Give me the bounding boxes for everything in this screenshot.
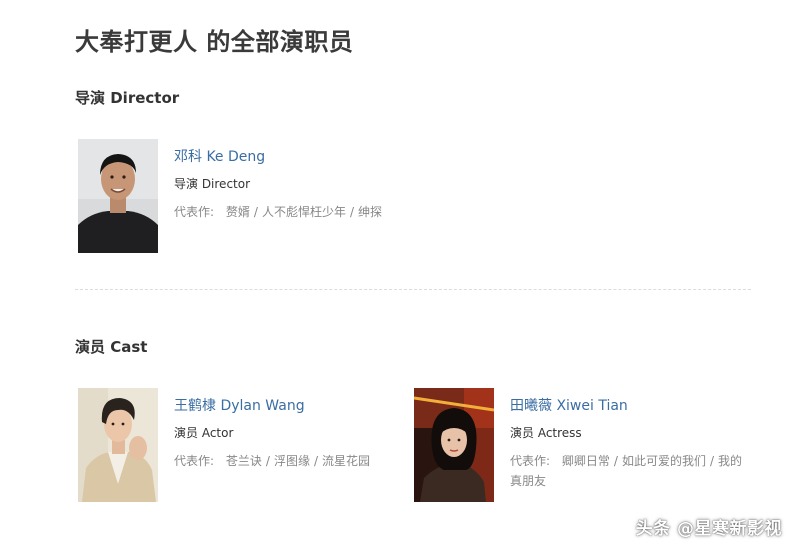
- section-title-cast: 演员 Cast: [75, 338, 148, 356]
- work-separator: /: [709, 454, 714, 468]
- person-name-link[interactable]: 田曦薇 Xiwei Tian: [510, 396, 742, 416]
- person-name-link[interactable]: 邓科 Ke Deng: [174, 147, 406, 167]
- representative-works: 代表作: 卿卿日常 / 如此可爱的我们 / 我的真朋友: [510, 451, 742, 491]
- representative-works: 代表作: 赘婿 / 人不彪悍枉少年 / 绅探: [174, 202, 406, 222]
- person-name-link[interactable]: 王鹤棣 Dylan Wang: [174, 396, 406, 416]
- person-photo[interactable]: [78, 388, 158, 502]
- section-divider: [75, 289, 751, 290]
- person-card-ke-deng: 邓科 Ke Deng 导演 Director 代表作: 赘婿 / 人不彪悍枉少年 / 绅…: [75, 139, 405, 259]
- work-separator: /: [349, 205, 354, 219]
- work-link[interactable]: 赘婿: [226, 205, 250, 219]
- person-role: 演员 Actor: [174, 426, 234, 440]
- representative-works: 代表作: 苍兰诀 / 浮图缘 / 流星花园: [174, 451, 406, 471]
- work-separator: /: [253, 205, 258, 219]
- work-separator: /: [313, 454, 318, 468]
- work-link[interactable]: 绅探: [358, 205, 382, 219]
- page-title: 大奉打更人 的全部演职员: [75, 28, 354, 56]
- person-card-dylan-wang: 王鹤棣 Dylan Wang 演员 Actor 代表作: 苍兰诀 / 浮图缘 / 流星花…: [75, 388, 405, 508]
- portrait-image: [414, 388, 494, 502]
- work-link[interactable]: 如此可爱的我们: [622, 454, 706, 468]
- work-link[interactable]: 浮图缘: [274, 454, 310, 468]
- work-link[interactable]: 苍兰诀: [226, 454, 262, 468]
- person-photo[interactable]: [414, 388, 494, 502]
- work-separator: /: [265, 454, 270, 468]
- person-info: 邓科 Ke Deng 导演 Director 代表作: 赘婿 / 人不彪悍枉少年 / 绅…: [174, 147, 406, 222]
- section-title-director: 导演 Director: [75, 89, 180, 107]
- work-link[interactable]: 流星花园: [322, 454, 370, 468]
- person-card-xiwei-tian: 田曦薇 Xiwei Tian 演员 Actress 代表作: 卿卿日常 / 如此可爱…: [411, 388, 742, 508]
- person-info: 王鹤棣 Dylan Wang 演员 Actor 代表作: 苍兰诀 / 浮图缘 / 流星花…: [174, 396, 406, 471]
- portrait-image: [78, 139, 158, 253]
- work-link[interactable]: 人不彪悍枉少年: [262, 205, 346, 219]
- person-role: 导演 Director: [174, 177, 251, 191]
- person-role: 演员 Actress: [510, 426, 582, 440]
- works-label: 代表作:: [174, 205, 215, 219]
- portrait-image: [78, 388, 158, 502]
- watermark: 头条 @星寒新影视: [635, 519, 782, 539]
- person-photo[interactable]: [78, 139, 158, 253]
- works-label: 代表作:: [510, 454, 551, 468]
- work-separator: /: [613, 454, 618, 468]
- works-label: 代表作:: [174, 454, 215, 468]
- person-info: 田曦薇 Xiwei Tian 演员 Actress 代表作: 卿卿日常 / 如此可爱…: [510, 396, 742, 491]
- work-link[interactable]: 卿卿日常: [562, 454, 610, 468]
